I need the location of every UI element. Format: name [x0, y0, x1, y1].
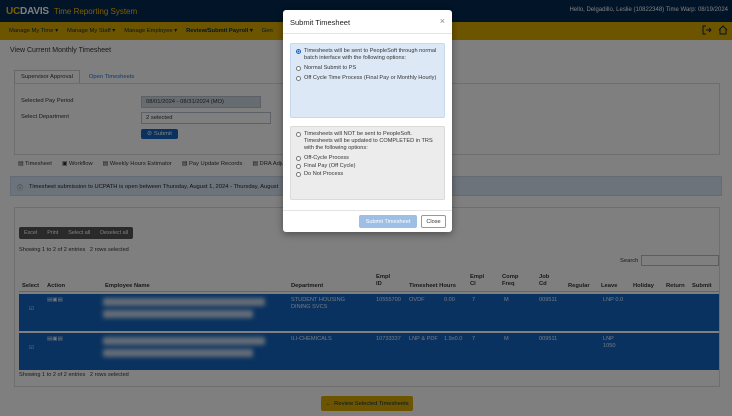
peoplesoft-options-box: Timesheets will be sent to PeopleSoft th…	[290, 43, 445, 118]
trs-heading: Timesheets will NOT be sent to PeopleSof…	[304, 131, 433, 151]
peoplesoft-heading: Timesheets will be sent to PeopleSoft th…	[304, 48, 437, 61]
option-final-pay[interactable]: Final Pay (Off Cycle)	[296, 163, 439, 170]
normal-submit-radio[interactable]	[296, 66, 301, 71]
modal-title: Submit Timesheet	[290, 18, 351, 27]
do-not-process-label: Do Not Process	[304, 171, 344, 177]
trs-options-box: Timesheets will NOT be sent to PeopleSof…	[290, 126, 445, 200]
trs-heading-row[interactable]: Timesheets will NOT be sent to PeopleSof…	[296, 131, 439, 152]
do-not-process-radio[interactable]	[296, 172, 301, 177]
option-off-cycle-process[interactable]: Off-Cycle Process	[296, 155, 439, 162]
modal-footer: Submit Timesheet Close	[283, 210, 452, 232]
off-cycle-time-label: Off Cycle Time Process (Final Pay or Mon…	[304, 75, 437, 81]
submit-timesheet-modal: Submit Timesheet × Timesheets will be se…	[283, 10, 452, 232]
off-cycle-process-label: Off-Cycle Process	[304, 155, 349, 161]
final-pay-radio[interactable]	[296, 164, 301, 169]
normal-submit-label: Normal Submit to PS	[304, 65, 357, 71]
option-do-not-process[interactable]: Do Not Process	[296, 171, 439, 178]
off-cycle-time-radio[interactable]	[296, 76, 301, 81]
option-normal-submit[interactable]: Normal Submit to PS	[296, 65, 439, 72]
modal-header: Submit Timesheet ×	[283, 10, 452, 34]
submit-timesheet-button[interactable]: Submit Timesheet	[359, 215, 417, 228]
final-pay-label: Final Pay (Off Cycle)	[304, 163, 356, 169]
peoplesoft-group-radio[interactable]	[296, 49, 301, 54]
trs-group-radio[interactable]	[296, 132, 301, 137]
close-button[interactable]: Close	[421, 215, 446, 228]
close-icon[interactable]: ×	[440, 16, 445, 26]
option-off-cycle-time[interactable]: Off Cycle Time Process (Final Pay or Mon…	[296, 75, 439, 82]
peoplesoft-heading-row[interactable]: Timesheets will be sent to PeopleSoft th…	[296, 48, 439, 62]
off-cycle-process-radio[interactable]	[296, 156, 301, 161]
